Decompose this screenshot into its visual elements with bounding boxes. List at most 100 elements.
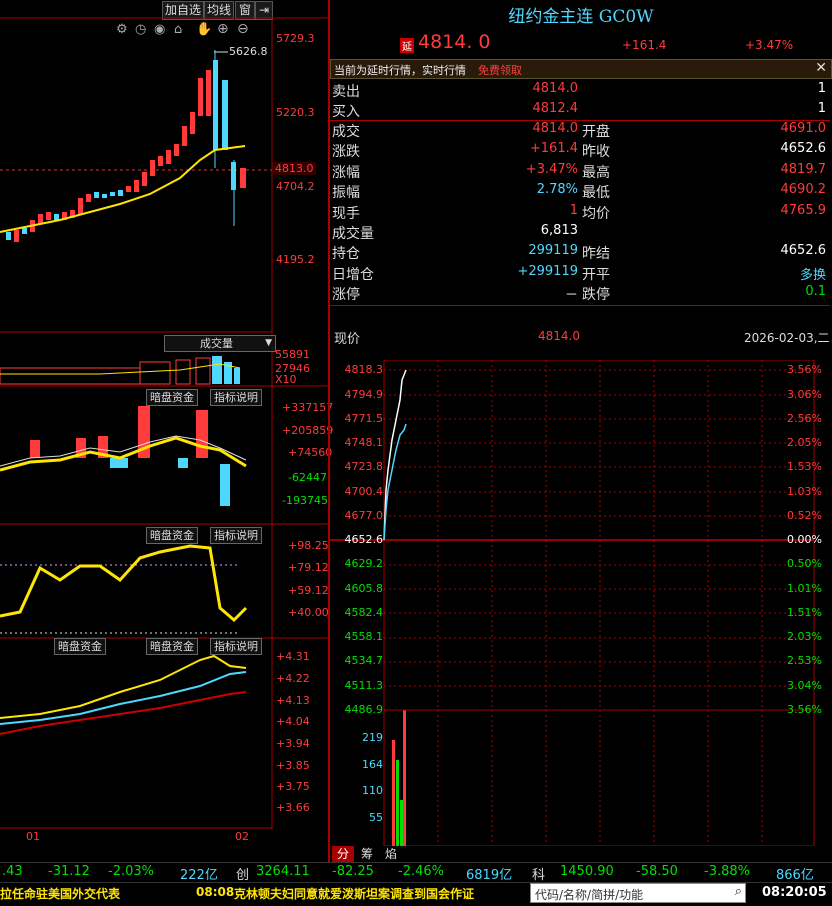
search-input[interactable]: 代码/名称/简拼/功能 xyxy=(535,886,643,903)
bid-volume: 1 xyxy=(817,101,826,116)
quote-field-label: 昨收 xyxy=(582,144,610,161)
intraday-left-axis-label: 4818.3 xyxy=(344,363,384,376)
quote-field-value: 4690.2 xyxy=(780,182,827,198)
indicator-info-button[interactable]: 指标说明 xyxy=(210,638,262,655)
quote-field-value: 299119 xyxy=(528,243,578,259)
quote-row: 日增仓 +299119 开平 多换 xyxy=(332,264,830,284)
dark-pool-button[interactable]: 暗盘资金 xyxy=(54,638,106,655)
quote-field-label: 成交量 xyxy=(332,226,374,242)
intraday-right-axis-label: 2.03% xyxy=(787,630,822,643)
current-price-tag: 4813.0 xyxy=(273,162,316,175)
tab-chips[interactable]: 筹 xyxy=(356,846,378,862)
vol-axis-label: 219 xyxy=(362,731,383,744)
intraday-right-axis-label: 1.53% xyxy=(787,460,822,473)
volume-bars xyxy=(0,356,241,385)
panel1-axis-label: +205859 xyxy=(282,424,334,437)
tab-minute[interactable]: 分 xyxy=(332,846,354,862)
intraday-date: 2026-02-03,二 xyxy=(744,331,830,345)
ticker-ke-value: 1450.90 xyxy=(560,864,614,879)
indicator-info-button[interactable]: 指标说明 xyxy=(210,389,262,406)
intraday-left-axis-label: 4511.3 xyxy=(344,679,384,692)
quote-field-label: 跌停 xyxy=(582,287,610,304)
news-left-text[interactable]: 拉任命驻美国外交代表 xyxy=(0,885,120,902)
x-axis-label: 01 xyxy=(26,830,40,843)
intraday-chart[interactable] xyxy=(330,360,832,846)
ticker-pct: -2.03% xyxy=(108,864,154,879)
news-headline[interactable]: 克林顿夫妇同意就爱泼斯坦案调查到国会作证 xyxy=(234,885,474,902)
intraday-left-axis-label: 4534.7 xyxy=(344,654,384,667)
quote-row: 持仓 299119 昨结 4652.6 xyxy=(332,243,830,263)
free-claim-link[interactable]: 免费领取 xyxy=(478,62,522,78)
chevron-down-icon: ▼ xyxy=(265,338,272,348)
indicator-info-button[interactable]: 指标说明 xyxy=(210,527,262,544)
quote-field-label: 持仓 xyxy=(332,246,360,263)
ticker-chuang-change: -82.25 xyxy=(332,864,374,879)
panel3-axis-label: +3.75 xyxy=(276,780,310,793)
delay-badge: 延 xyxy=(400,38,414,53)
ticker-amount: 222亿 xyxy=(180,868,218,883)
panel1-axis-label: +74560 xyxy=(288,446,333,459)
intraday-left-axis-label: 4700.4 xyxy=(344,485,384,498)
vol-axis-label: 164 xyxy=(362,758,383,771)
bid-label: 买入 xyxy=(332,104,360,120)
quote-field-value: 6,813 xyxy=(540,223,578,238)
intraday-left-axis-label: 4677.0 xyxy=(344,509,384,522)
ticker-ke-pct: -3.88% xyxy=(704,864,750,879)
quote-field-value: 4819.7 xyxy=(780,161,827,177)
intraday-right-axis-label: 3.56% xyxy=(787,363,822,376)
quote-title: 纽约金主连 GC0W xyxy=(508,7,654,27)
intraday-right-axis-label: 1.03% xyxy=(787,485,822,498)
search-icon[interactable]: ⌕ xyxy=(735,884,742,899)
panel2-axis-label: +59.12 xyxy=(288,584,329,597)
panel2-axis-label: +40.00 xyxy=(288,606,329,619)
high-price-label: 5626.8 xyxy=(229,45,268,58)
quote-field-label: 开平 xyxy=(582,266,610,283)
intraday-right-axis-label: 1.01% xyxy=(787,582,822,595)
panel3-axis-label: +3.85 xyxy=(276,759,310,772)
panel3-axis-label: +4.13 xyxy=(276,694,310,707)
intraday-price-value: 4814.0 xyxy=(538,329,580,343)
quote-field-label: 振幅 xyxy=(332,185,360,202)
quote-field-value: 2.78% xyxy=(536,182,578,198)
dark-pool-button[interactable]: 暗盘资金 xyxy=(146,638,198,655)
delay-notice-bar: 当前为延时行情，实时行情 免费领取 ✕ xyxy=(330,59,832,79)
search-box[interactable]: 代码/名称/简拼/功能 ⌕ xyxy=(530,883,746,903)
divider xyxy=(330,305,830,306)
price-axis-label: 4195.2 xyxy=(276,253,315,266)
quote-field-value: +299119 xyxy=(517,263,578,279)
intraday-left-axis-label: 4771.5 xyxy=(344,412,384,425)
quote-row: 涨停 －跌停 0.1 xyxy=(332,284,830,304)
quote-field-label: 最高 xyxy=(582,164,610,181)
dark-pool-button[interactable]: 暗盘资金 xyxy=(146,389,198,406)
quote-row: 成交 4814.0 开盘 4691.0 xyxy=(332,121,830,141)
dark-pool-button[interactable]: 暗盘资金 xyxy=(146,527,198,544)
delay-notice-text: 当前为延时行情，实时行情 xyxy=(334,64,466,77)
volume-dropdown[interactable]: 成交量 ▼ xyxy=(164,335,276,352)
panel3-axis-label: +4.31 xyxy=(276,650,310,663)
quote-field-label: 开盘 xyxy=(582,124,610,140)
tab-flame[interactable]: 焰 xyxy=(380,846,402,862)
news-time: 08:08 xyxy=(196,885,235,899)
ma-line xyxy=(0,145,246,233)
intraday-right-axis-label: 3.06% xyxy=(787,388,822,401)
quote-field-value: 0.1 xyxy=(805,284,826,300)
x-axis-label: 02 xyxy=(235,830,249,843)
panel2-axis-label: +79.12 xyxy=(288,561,329,574)
ticker-value: .43 xyxy=(2,864,23,879)
ask-price: 4814.0 xyxy=(532,81,579,96)
intraday-left-axis-label: 4486.9 xyxy=(344,703,384,716)
intraday-right-axis-label: 0.00% xyxy=(787,533,822,546)
ratio-lines xyxy=(0,654,247,735)
panel3-axis-label: +4.22 xyxy=(276,672,310,685)
kline-chart[interactable] xyxy=(0,0,328,862)
intraday-right-axis-label: 2.05% xyxy=(787,436,822,449)
quote-row: 涨跌 +161.4 昨收 4652.6 xyxy=(332,141,830,161)
quote-field-label: 均价 xyxy=(582,205,610,222)
quote-field-label: 昨结 xyxy=(582,246,610,263)
quote-field-label: 现手 xyxy=(332,205,360,222)
ticker-chuang-label[interactable]: 创 xyxy=(236,864,249,883)
intraday-left-axis-label: 4794.9 xyxy=(344,388,384,401)
close-icon[interactable]: ✕ xyxy=(815,60,827,76)
ticker-ke-label[interactable]: 科 xyxy=(532,864,545,883)
ticker-ke-amount: 866亿 xyxy=(776,868,814,883)
